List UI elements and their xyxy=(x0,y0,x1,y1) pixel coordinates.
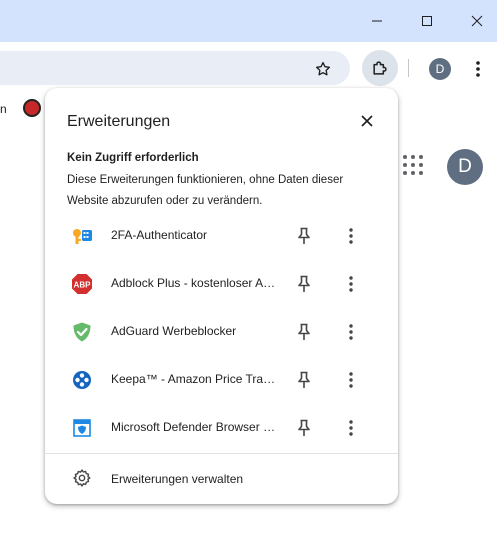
pin-icon xyxy=(298,227,310,244)
profile-button[interactable]: D xyxy=(428,57,452,81)
chrome-menu-button[interactable] xyxy=(466,57,490,81)
more-vert-icon xyxy=(349,228,353,244)
pin-button[interactable] xyxy=(292,416,316,440)
pin-button[interactable] xyxy=(292,320,316,344)
more-vert-icon xyxy=(476,61,480,77)
maximize-icon xyxy=(422,16,432,26)
extension-name: 2FA-Authenticator xyxy=(111,228,208,242)
pin-icon xyxy=(298,371,310,388)
extension-row[interactable]: 2FA-Authenticator xyxy=(45,212,398,260)
pin-button[interactable] xyxy=(292,224,316,248)
avatar: D xyxy=(429,58,451,80)
extension-row[interactable]: ABP Adblock Plus - kostenloser Ad Blocke… xyxy=(45,260,398,308)
more-options-button[interactable] xyxy=(339,368,363,392)
pin-icon xyxy=(298,275,310,292)
more-options-button[interactable] xyxy=(339,272,363,296)
more-options-button[interactable] xyxy=(339,416,363,440)
google-apps-button[interactable] xyxy=(403,155,425,177)
section-description: Diese Erweiterungen funktionieren, ohne … xyxy=(67,174,344,207)
extension-row[interactable]: Microsoft Defender Browser Protection xyxy=(45,404,398,452)
extension-row[interactable]: Keepa™ - Amazon Price Tracker xyxy=(45,356,398,404)
page-avatar[interactable]: D xyxy=(447,149,483,185)
manage-extensions-label: Erweiterungen verwalten xyxy=(111,472,244,486)
extensions-button[interactable] xyxy=(362,50,398,86)
popup-title: Erweiterungen xyxy=(67,113,171,130)
more-vert-icon xyxy=(349,420,353,436)
extensions-popup: Erweiterungen Kein Zugriff erforderlich … xyxy=(45,88,398,504)
section-title: Kein Zugriff erforderlich xyxy=(67,152,199,164)
close-icon xyxy=(361,115,373,127)
toolbar-divider xyxy=(408,59,409,77)
extension-name: Keepa™ - Amazon Price Tracker xyxy=(111,372,281,386)
extension-row[interactable]: AdGuard Werbeblocker xyxy=(45,308,398,356)
abp-icon: ABP xyxy=(71,273,93,295)
shield-check-icon xyxy=(71,321,93,343)
more-vert-icon xyxy=(349,372,353,388)
manage-extensions-button[interactable]: Erweiterungen verwalten xyxy=(45,454,398,502)
pin-button[interactable] xyxy=(292,272,316,296)
close-window-button[interactable] xyxy=(452,0,497,42)
minimize-icon xyxy=(372,20,382,22)
bookmark-star-button[interactable] xyxy=(311,58,335,80)
extension-name: Microsoft Defender Browser Protection xyxy=(111,420,281,434)
keepa-icon xyxy=(71,369,93,391)
extension-name: Adblock Plus - kostenloser Ad Blocker xyxy=(111,276,281,290)
minimize-button[interactable] xyxy=(352,0,402,42)
close-icon xyxy=(471,15,483,27)
title-bar xyxy=(0,0,497,42)
key-icon xyxy=(71,225,93,247)
defender-icon xyxy=(71,417,93,439)
svg-text:ABP: ABP xyxy=(74,281,92,290)
pin-button[interactable] xyxy=(292,368,316,392)
more-options-button[interactable] xyxy=(339,224,363,248)
toolbar: D xyxy=(0,42,497,94)
pin-icon xyxy=(298,323,310,340)
bookmark-label[interactable]: n xyxy=(0,102,7,116)
more-vert-icon xyxy=(349,276,353,292)
star-icon xyxy=(315,61,331,76)
extension-name: AdGuard Werbeblocker xyxy=(111,324,237,338)
address-bar[interactable] xyxy=(0,51,350,85)
gear-icon xyxy=(71,467,93,489)
maximize-button[interactable] xyxy=(402,0,452,42)
bookmark-favicon-icon[interactable] xyxy=(23,99,41,117)
more-vert-icon xyxy=(349,324,353,340)
popup-close-button[interactable] xyxy=(355,109,379,133)
more-options-button[interactable] xyxy=(339,320,363,344)
pin-icon xyxy=(298,419,310,436)
puzzle-icon xyxy=(373,61,387,75)
